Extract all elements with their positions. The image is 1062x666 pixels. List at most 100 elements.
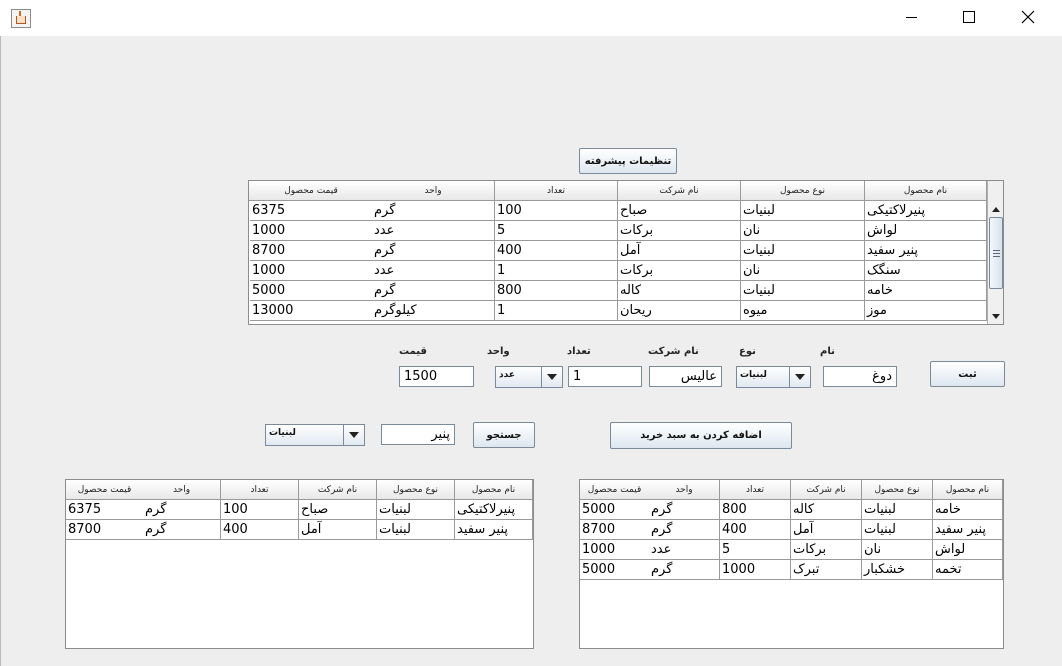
table-row[interactable]: لواش نان برکات 5 عدد 1000	[249, 221, 987, 241]
table-cell: گرم	[372, 201, 495, 221]
table-cell: 400	[495, 241, 618, 261]
table-cell: عدد	[372, 261, 495, 281]
type-label: نوع	[739, 346, 756, 357]
table-cell: 800	[720, 500, 791, 520]
table-cell: لواش	[933, 540, 1003, 560]
column-header[interactable]: نام شرکت	[299, 480, 377, 499]
table-cell: خشکبار	[862, 560, 933, 580]
submit-button[interactable]: ثبت	[930, 361, 1005, 387]
table-cell: گرم	[649, 560, 720, 580]
table-cell: کاله	[618, 281, 741, 301]
cart-table[interactable]: نام محصول نوع محصول نام شرکت تعداد واحد قیمت …	[579, 479, 1004, 649]
table-cell: پنیر سفید	[455, 520, 533, 540]
search-button[interactable]: جستجو	[473, 422, 535, 448]
table-row[interactable]: پنیرلاکتیکی لبنیات صباح 100 گرم 6375	[66, 500, 533, 520]
unit-combobox[interactable]: عدد	[495, 366, 563, 388]
column-header[interactable]: نام شرکت	[618, 181, 741, 200]
table-cell: لبنیات	[862, 520, 933, 540]
table-row[interactable]: سنگک نان برکات 1 عدد 1000	[249, 261, 987, 281]
table-row[interactable]: پنیرلاکتیکی لبنیات صباح 100 گرم 6375	[249, 201, 987, 221]
table-cell: میوه	[741, 301, 865, 321]
type-combobox[interactable]: لبنیات	[736, 366, 811, 388]
table-row[interactable]: پنیر سفید لبنیات آمل 400 گرم 8700	[249, 241, 987, 261]
products-table-header: نام محصول نوع محصول نام شرکت تعداد واحد قیمت …	[249, 181, 1003, 201]
scroll-thumb[interactable]	[989, 217, 1003, 289]
table-row[interactable]: پنیر سفید لبنیات آمل 400 گرم 8700	[580, 520, 1003, 540]
table-cell: 1	[495, 301, 618, 321]
price-label: قیمت	[399, 346, 427, 357]
advanced-settings-button[interactable]: تنظیمات پیشرفته	[579, 148, 677, 174]
column-header[interactable]: نام شرکت	[791, 480, 862, 499]
title-bar	[0, 0, 1062, 36]
table-cell: 8700	[250, 241, 372, 261]
count-input[interactable]: 1	[568, 366, 642, 387]
column-header[interactable]: تعداد	[221, 480, 299, 499]
close-button[interactable]	[1005, 0, 1051, 34]
table-row[interactable]: خامه لبنیات کاله 800 گرم 5000	[249, 281, 987, 301]
products-table-scrollbar[interactable]	[987, 181, 1003, 324]
filter-type-combobox[interactable]: لبنیات	[265, 424, 365, 446]
table-cell: لبنیات	[741, 281, 865, 301]
table-cell: گرم	[649, 520, 720, 540]
table-row[interactable]: پنیر سفید لبنیات آمل 400 گرم 8700	[66, 520, 533, 540]
column-header[interactable]: نوع محصول	[862, 480, 933, 499]
table-cell: گرم	[143, 500, 221, 520]
maximize-button[interactable]	[946, 0, 992, 34]
table-cell: 1000	[580, 540, 649, 560]
company-input[interactable]: عالیس	[649, 366, 722, 387]
table-cell: 400	[221, 520, 299, 540]
table-cell: تبرک	[791, 560, 862, 580]
table-cell: برکات	[618, 261, 741, 281]
table-cell: پنیرلاکتیکی	[865, 201, 987, 221]
table-cell: گرم	[372, 241, 495, 261]
table-cell: 8700	[580, 520, 649, 540]
table-cell: 8700	[66, 520, 143, 540]
table-cell: 100	[221, 500, 299, 520]
chevron-down-icon[interactable]	[343, 425, 364, 445]
table-cell: برکات	[791, 540, 862, 560]
column-header[interactable]: واحد	[649, 480, 720, 499]
table-row[interactable]: موز میوه ریحان 1 کیلوگرم 13000	[249, 301, 987, 321]
table-cell: پنیر سفید	[933, 520, 1003, 540]
table-cell: لبنیات	[377, 520, 455, 540]
column-header[interactable]: قیمت محصول	[580, 480, 649, 499]
table-row[interactable]: خامه لبنیات کاله 800 گرم 5000	[580, 500, 1003, 520]
close-icon	[1021, 10, 1035, 24]
column-header[interactable]: قیمت محصول	[250, 181, 372, 200]
table-cell: گرم	[372, 281, 495, 301]
search-results-body: پنیرلاکتیکی لبنیات صباح 100 گرم 6375 پنیر سفید…	[66, 500, 533, 540]
name-input[interactable]: دوغ	[823, 366, 897, 387]
column-header[interactable]: نام محصول	[455, 480, 533, 499]
column-header[interactable]: نام محصول	[933, 480, 1003, 499]
column-header[interactable]: نوع محصول	[377, 480, 455, 499]
column-header[interactable]: تعداد	[495, 181, 618, 200]
table-cell: موز	[865, 301, 987, 321]
table-row[interactable]: تخمه خشکبار تبرک 1000 گرم 5000	[580, 560, 1003, 580]
add-to-cart-button[interactable]: اضافه کردن به سبد خرید	[610, 422, 792, 449]
products-table[interactable]: نام محصول نوع محصول نام شرکت تعداد واحد قیمت …	[248, 180, 1004, 325]
column-header[interactable]: واحد	[372, 181, 495, 200]
price-input[interactable]: 1500	[399, 366, 474, 387]
column-header[interactable]: واحد	[143, 480, 221, 499]
table-cell: آمل	[791, 520, 862, 540]
column-header[interactable]: نوع محصول	[741, 181, 865, 200]
chevron-down-icon[interactable]	[789, 367, 810, 387]
column-header[interactable]: نام محصول	[865, 181, 987, 200]
minimize-button[interactable]	[888, 0, 934, 34]
table-cell: 13000	[250, 301, 372, 321]
scroll-down-arrow-icon[interactable]	[988, 308, 1003, 324]
table-cell: گرم	[143, 520, 221, 540]
table-cell: ریحان	[618, 301, 741, 321]
unit-label: واحد	[487, 346, 510, 357]
chevron-down-icon[interactable]	[541, 367, 562, 387]
search-input[interactable]: پنیر	[381, 424, 455, 445]
name-label: نام	[820, 346, 835, 357]
table-cell: 1000	[250, 221, 372, 241]
search-results-table[interactable]: نام محصول نوع محصول نام شرکت تعداد واحد قیمت …	[65, 479, 534, 649]
table-row[interactable]: لواش نان برکات 5 عدد 1000	[580, 540, 1003, 560]
table-cell: 100	[495, 201, 618, 221]
scroll-up-arrow-icon[interactable]	[988, 201, 1003, 217]
table-cell: کیلوگرم	[372, 301, 495, 321]
column-header[interactable]: تعداد	[720, 480, 791, 499]
column-header[interactable]: قیمت محصول	[66, 480, 143, 499]
